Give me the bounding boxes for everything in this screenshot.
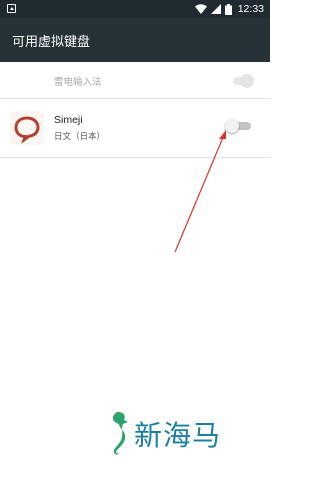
- status-bar: 12:33: [0, 0, 270, 18]
- page-title: 可用虚拟键盘: [12, 35, 91, 50]
- app-bar: 可用虚拟键盘: [0, 18, 270, 62]
- toggle-thumb: [225, 119, 239, 133]
- keyboard-row-leidian[interactable]: 雷电输入法: [0, 62, 270, 98]
- simeji-icon: [10, 111, 44, 145]
- status-icons: 12:33: [194, 1, 264, 17]
- divider: [0, 157, 270, 158]
- keyboard-name: 雷电输入法: [54, 77, 102, 88]
- wifi-icon: [194, 4, 207, 14]
- keyboard-language: 日文（日本）: [54, 132, 106, 142]
- notification-icon: [7, 4, 16, 13]
- keyboard-toggle-leidian[interactable]: [230, 74, 254, 88]
- watermark-text: 新海马: [134, 419, 222, 452]
- seahorse-icon: [112, 412, 128, 455]
- clock: 12:33: [237, 3, 264, 15]
- watermark: 新海马: [104, 410, 264, 460]
- keyboard-toggle-simeji[interactable]: [225, 119, 251, 133]
- keyboard-row-simeji[interactable]: Simeji 日文（日本）: [0, 99, 270, 157]
- keyboard-name: Simeji: [54, 114, 83, 126]
- signal-icon: [210, 4, 221, 14]
- battery-icon: [224, 3, 232, 15]
- toggle-thumb: [240, 74, 254, 88]
